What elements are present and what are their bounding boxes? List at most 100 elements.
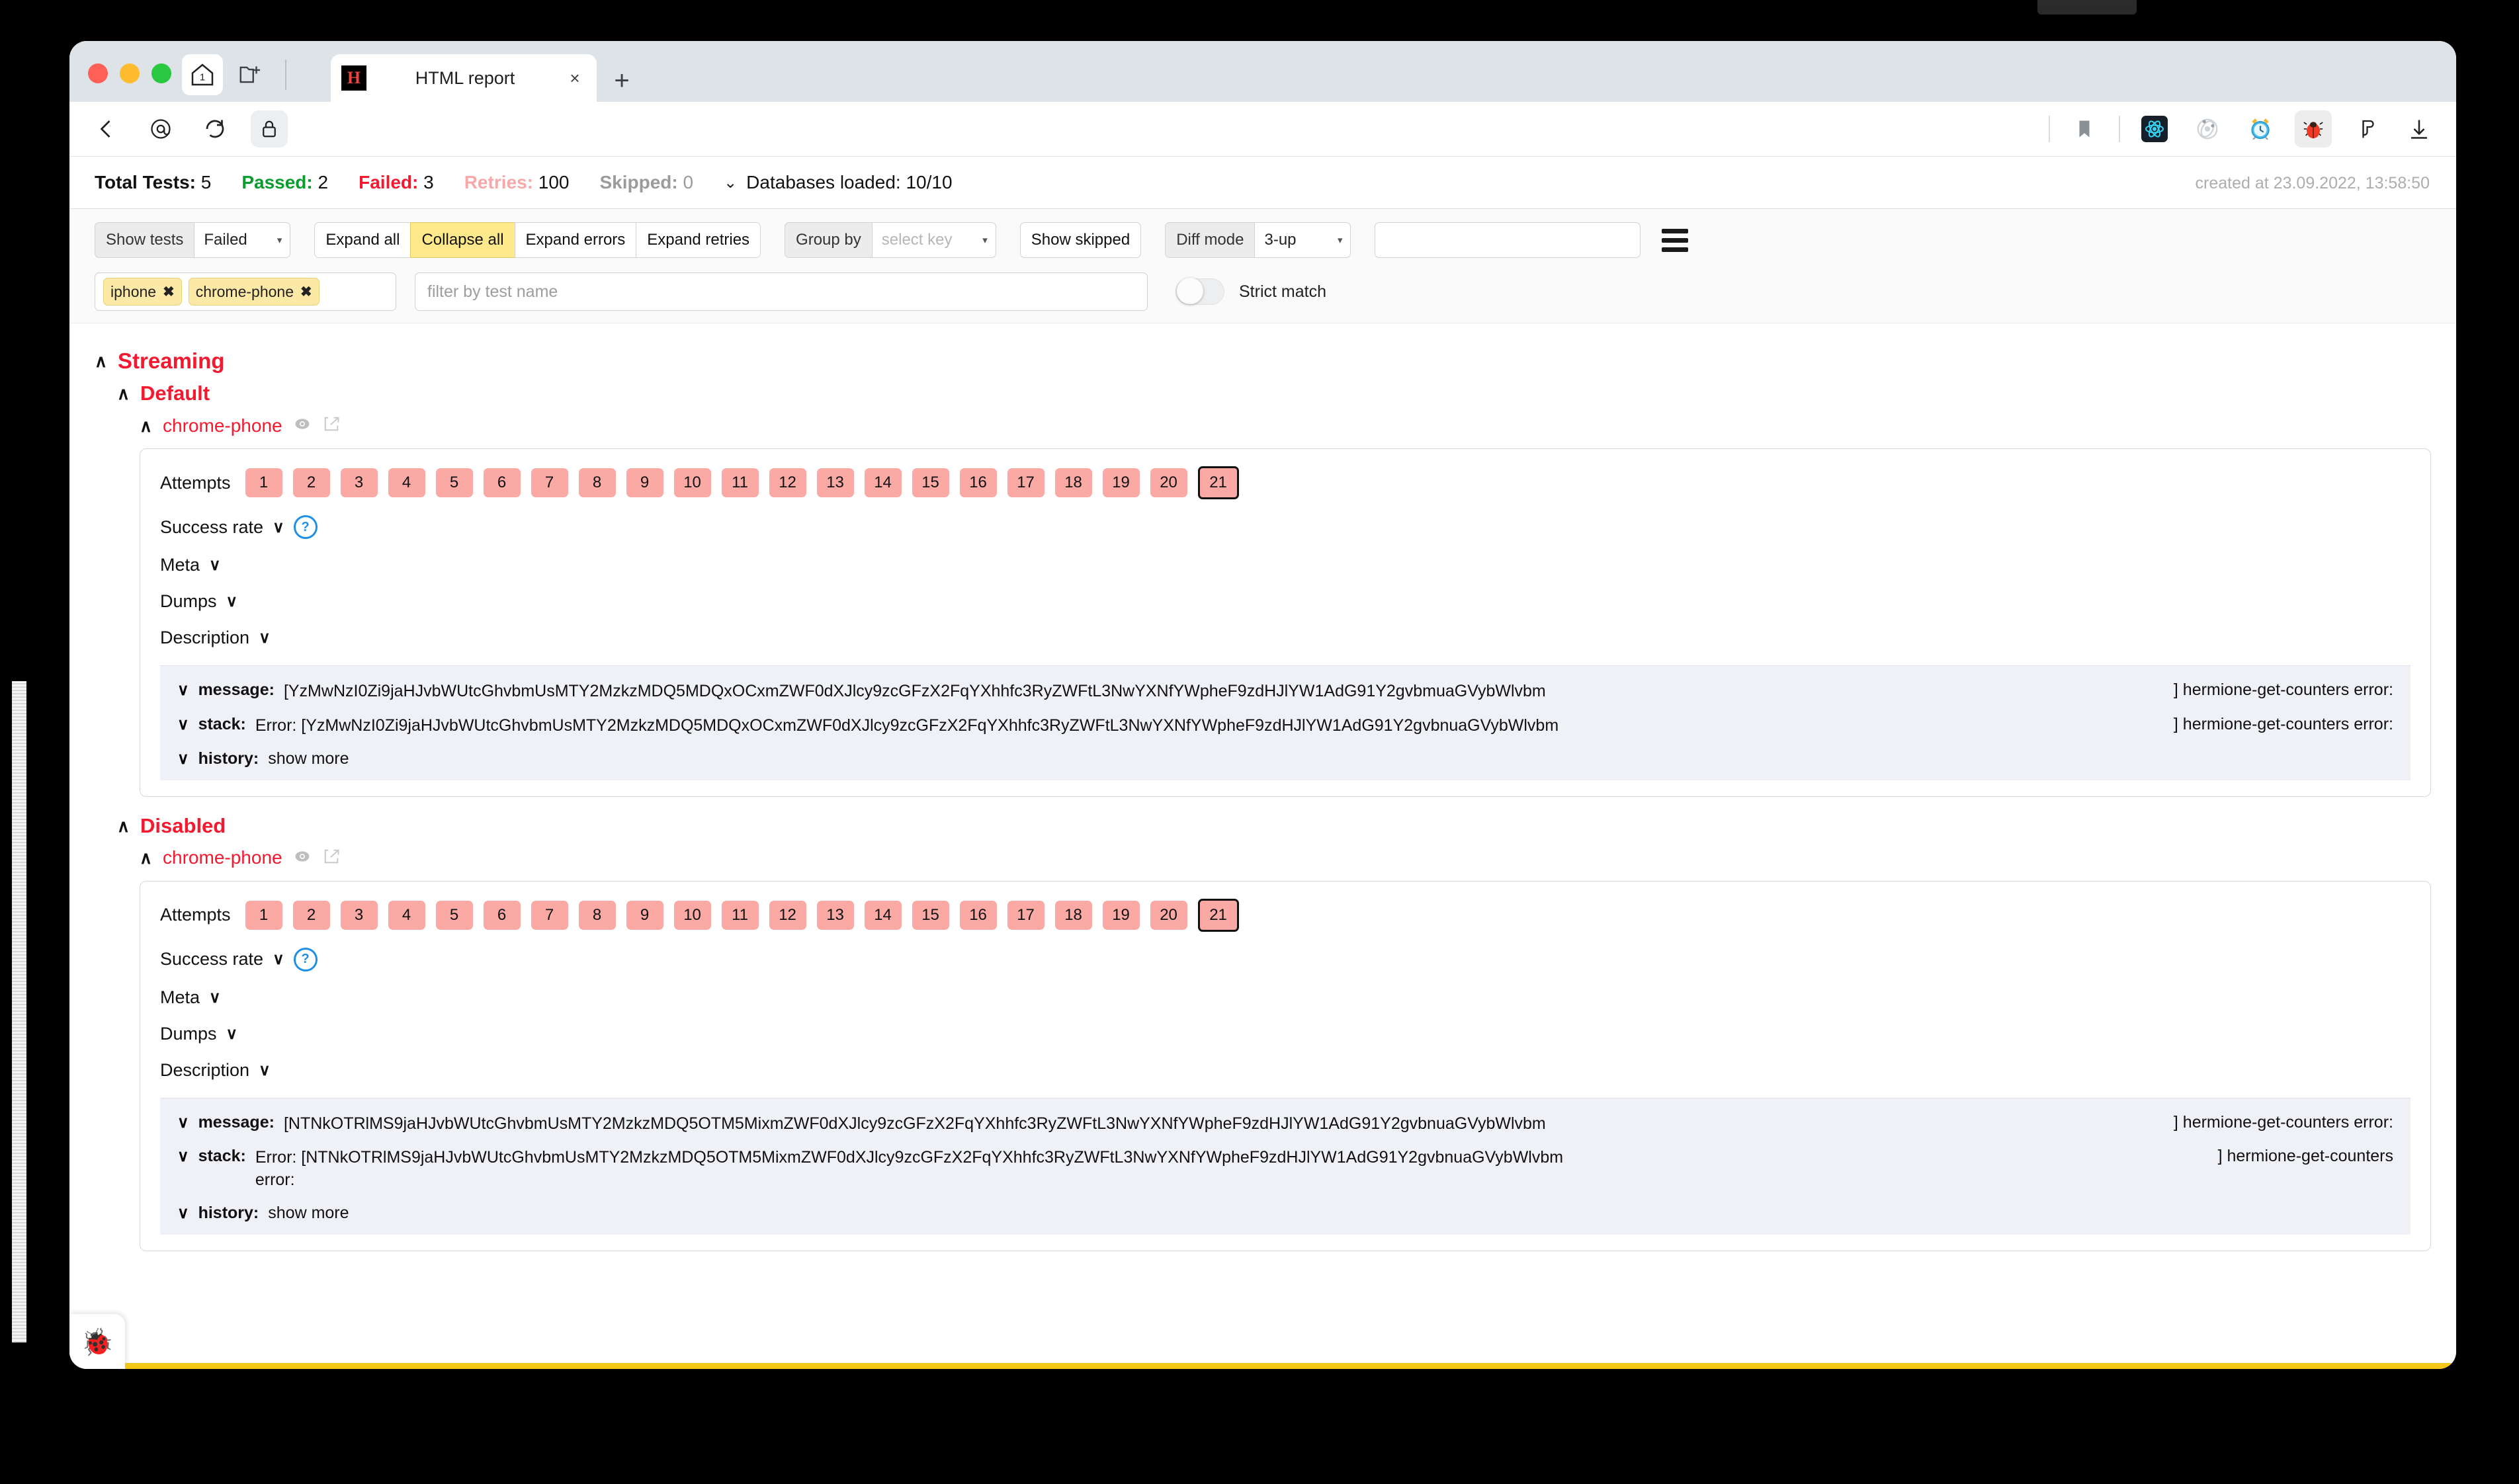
- pin-icon[interactable]: [2348, 110, 2385, 147]
- eye-icon[interactable]: [293, 847, 312, 869]
- lock-icon[interactable]: [251, 110, 288, 147]
- attempt-chip[interactable]: 12: [769, 901, 806, 930]
- field-dumps[interactable]: Dumps ∨: [160, 591, 2411, 612]
- new-tab-button[interactable]: +: [597, 60, 647, 102]
- attempt-chip[interactable]: 17: [1007, 901, 1045, 930]
- attempt-chip[interactable]: 18: [1055, 901, 1092, 930]
- attempt-chip[interactable]: 12: [769, 468, 806, 497]
- collapse-all-button[interactable]: Collapse all: [410, 222, 515, 258]
- back-arrow-icon[interactable]: [88, 110, 125, 147]
- attempt-chip[interactable]: 6: [484, 468, 521, 497]
- diff-mode-select[interactable]: 3-up ▾: [1254, 222, 1351, 258]
- attempt-chip[interactable]: 13: [817, 468, 854, 497]
- react-devtools-icon[interactable]: [2136, 110, 2173, 147]
- attempt-chip[interactable]: 1: [245, 468, 282, 497]
- share-icon[interactable]: [322, 415, 341, 436]
- attempt-chip[interactable]: 8: [579, 468, 616, 497]
- attempt-chip[interactable]: 3: [341, 901, 378, 930]
- error-history-row[interactable]: ∨ history: show more: [177, 749, 2393, 768]
- chevron-down-icon[interactable]: ∨: [209, 988, 221, 1007]
- suite-streaming[interactable]: ∧ Streaming: [95, 349, 2431, 374]
- attempt-chip[interactable]: 4: [388, 901, 425, 930]
- attempt-chip[interactable]: 10: [674, 468, 711, 497]
- field-description[interactable]: Description ∨: [160, 1060, 2411, 1081]
- chevron-down-icon[interactable]: ∨: [226, 1024, 238, 1044]
- tab-html-report[interactable]: H HTML report ×: [331, 54, 597, 102]
- attempt-chip[interactable]: 10: [674, 901, 711, 930]
- attempt-chip[interactable]: 7: [531, 901, 568, 930]
- hamburger-menu-icon[interactable]: [1662, 229, 1688, 252]
- toolbar-search-input[interactable]: [1375, 222, 1641, 258]
- history-show-more-link[interactable]: show more: [268, 1204, 349, 1223]
- field-meta[interactable]: Meta ∨: [160, 987, 2411, 1008]
- bookmark-icon[interactable]: [2066, 110, 2103, 147]
- attempt-chip[interactable]: 11: [722, 901, 759, 930]
- browser-row-chrome-phone[interactable]: ∧ chrome-phone: [140, 415, 2431, 436]
- chevron-down-icon[interactable]: ∨: [226, 592, 238, 611]
- download-icon[interactable]: [2401, 110, 2438, 147]
- report-bug-button[interactable]: 🐞: [69, 1314, 125, 1369]
- chevron-up-icon[interactable]: ∧: [117, 385, 130, 402]
- home-icon[interactable]: 1: [182, 54, 223, 95]
- test-name-filter-input[interactable]: filter by test name: [415, 272, 1148, 311]
- new-folder-icon[interactable]: [230, 54, 271, 95]
- attempt-chip-current[interactable]: 21: [1198, 899, 1239, 932]
- attempt-chip[interactable]: 6: [484, 901, 521, 930]
- chevron-down-icon[interactable]: ∨: [177, 1113, 189, 1132]
- section-default[interactable]: ∧ Default: [117, 382, 2431, 405]
- chevron-down-icon[interactable]: ∨: [209, 556, 221, 575]
- error-history-row[interactable]: ∨ history: show more: [177, 1204, 2393, 1223]
- browser-row-chrome-phone-2[interactable]: ∧ chrome-phone: [140, 847, 2431, 869]
- attempt-chip[interactable]: 19: [1103, 901, 1140, 930]
- chevron-up-icon[interactable]: ∧: [140, 417, 152, 434]
- chevron-down-icon[interactable]: ∨: [259, 1061, 271, 1080]
- window-controls[interactable]: [88, 63, 171, 83]
- field-success-rate[interactable]: Success rate ∨ ?: [160, 515, 2411, 539]
- attempt-chip[interactable]: 15: [912, 468, 949, 497]
- alarm-clock-icon[interactable]: [2242, 110, 2279, 147]
- history-show-more-link[interactable]: show more: [268, 749, 349, 768]
- chevron-down-icon[interactable]: ∨: [259, 628, 271, 647]
- attempt-chip[interactable]: 18: [1055, 468, 1092, 497]
- attempt-chip[interactable]: 4: [388, 468, 425, 497]
- attempt-chip[interactable]: 14: [865, 901, 902, 930]
- attempt-chip[interactable]: 7: [531, 468, 568, 497]
- field-success-rate[interactable]: Success rate ∨ ?: [160, 948, 2411, 971]
- eye-icon[interactable]: [293, 415, 312, 436]
- attempt-chip[interactable]: 9: [626, 468, 663, 497]
- show-tests-select[interactable]: Failed ▾: [194, 222, 290, 258]
- help-icon[interactable]: ?: [294, 515, 318, 539]
- attempt-chip[interactable]: 20: [1150, 468, 1187, 497]
- help-icon[interactable]: ?: [294, 948, 318, 971]
- field-meta[interactable]: Meta ∨: [160, 555, 2411, 575]
- ladybug-icon[interactable]: [2295, 110, 2332, 147]
- chevron-down-icon[interactable]: ∨: [177, 1204, 189, 1223]
- attempt-chip[interactable]: 2: [293, 468, 330, 497]
- attempt-chip[interactable]: 9: [626, 901, 663, 930]
- reload-icon[interactable]: [196, 110, 234, 147]
- attempt-chip[interactable]: 8: [579, 901, 616, 930]
- attempt-chip[interactable]: 16: [960, 468, 997, 497]
- remove-tag-icon[interactable]: ✖: [163, 284, 175, 300]
- minimize-window-button[interactable]: [120, 63, 140, 83]
- chevron-down-icon[interactable]: ∨: [177, 715, 189, 734]
- close-window-button[interactable]: [88, 63, 108, 83]
- attempt-chip[interactable]: 16: [960, 901, 997, 930]
- show-skipped-button[interactable]: Show skipped: [1020, 222, 1141, 258]
- error-stack-row[interactable]: ∨ stack: Error: [NTNkOTRlMS9jaHJvbWUtcGh…: [177, 1147, 2393, 1192]
- attempt-chip[interactable]: 20: [1150, 901, 1187, 930]
- attempt-chip[interactable]: 15: [912, 901, 949, 930]
- attempt-chip[interactable]: 17: [1007, 468, 1045, 497]
- browser-tag-chrome-phone[interactable]: chrome-phone ✖: [189, 278, 320, 306]
- chevron-up-icon[interactable]: ∧: [140, 849, 152, 866]
- chevron-down-icon[interactable]: ∨: [177, 680, 189, 700]
- attempt-chip[interactable]: 14: [865, 468, 902, 497]
- strict-match-toggle[interactable]: [1175, 278, 1224, 305]
- attempt-chip[interactable]: 1: [245, 901, 282, 930]
- share-icon[interactable]: [322, 847, 341, 869]
- expand-all-button[interactable]: Expand all: [314, 222, 411, 258]
- chevron-down-icon[interactable]: ⌄: [724, 173, 737, 192]
- expand-retries-button[interactable]: Expand retries: [636, 222, 761, 258]
- chevron-up-icon[interactable]: ∧: [95, 352, 107, 370]
- error-stack-row[interactable]: ∨ stack: Error: [YzMwNzI0Zi9jaHJvbWUtcGh…: [177, 715, 2393, 737]
